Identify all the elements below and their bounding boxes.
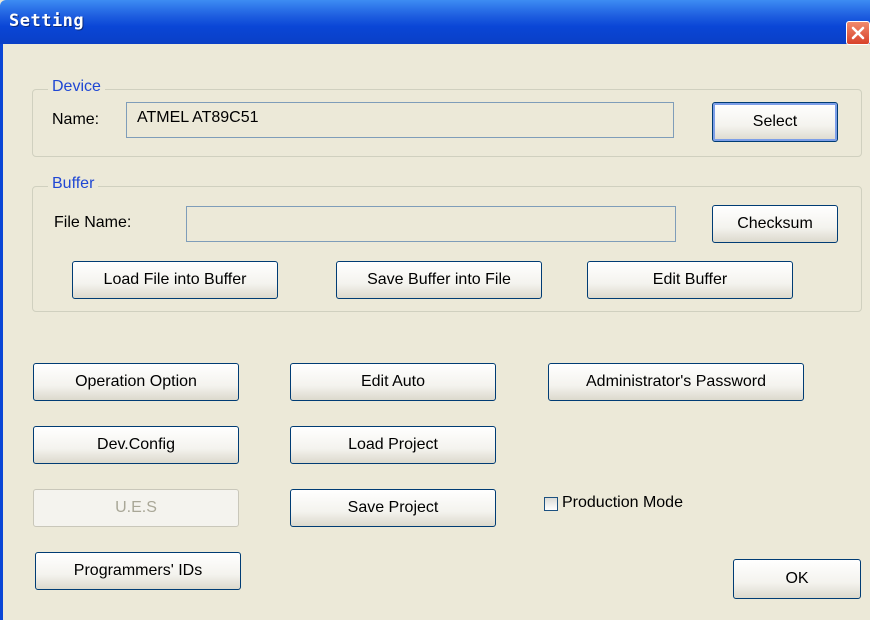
edit-buffer-button[interactable]: Edit Buffer [587, 261, 793, 299]
device-name-label: Name: [52, 111, 100, 128]
device-legend: Device [48, 78, 105, 96]
edit-auto-button[interactable]: Edit Auto [290, 363, 496, 401]
operation-option-button[interactable]: Operation Option [33, 363, 239, 401]
production-mode-checkbox[interactable] [544, 497, 558, 511]
load-file-into-buffer-button[interactable]: Load File into Buffer [72, 261, 278, 299]
device-name-field[interactable]: ATMEL AT89C51 [126, 102, 674, 138]
buffer-legend: Buffer [48, 175, 99, 193]
select-button[interactable]: Select [712, 102, 838, 142]
ok-button[interactable]: OK [733, 559, 861, 599]
load-project-button[interactable]: Load Project [290, 426, 496, 464]
close-icon [851, 26, 865, 40]
ues-button: U.E.S [33, 489, 239, 527]
save-buffer-into-file-button[interactable]: Save Buffer into File [336, 261, 542, 299]
setting-dialog: Setting Device Name: ATMEL AT89C51 Selec… [0, 0, 870, 620]
file-name-label: File Name: [54, 214, 132, 231]
production-mode-label[interactable]: Production Mode [562, 494, 683, 512]
window-title: Setting [9, 11, 85, 31]
administrators-password-button[interactable]: Administrator's Password [548, 363, 804, 401]
title-bar[interactable]: Setting [0, 0, 870, 45]
checksum-button[interactable]: Checksum [712, 205, 838, 243]
window-border [0, 44, 3, 620]
file-name-field[interactable] [186, 206, 676, 242]
save-project-button[interactable]: Save Project [290, 489, 496, 527]
close-button[interactable] [846, 21, 870, 45]
programmers-ids-button[interactable]: Programmers' IDs [35, 552, 241, 590]
dev-config-button[interactable]: Dev.Config [33, 426, 239, 464]
